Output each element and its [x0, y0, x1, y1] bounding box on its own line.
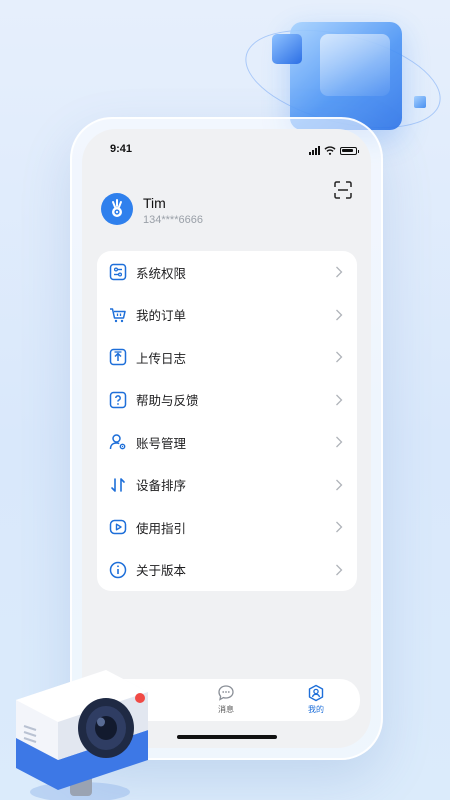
- signal-icon: [309, 146, 320, 155]
- battery-icon: [340, 147, 359, 155]
- help-icon: [109, 391, 127, 408]
- menu-item-label: 上传日志: [136, 350, 187, 366]
- menu-item-upload-logs[interactable]: 上传日志: [97, 336, 357, 379]
- menu-item-label: 关于版本: [136, 563, 187, 579]
- sliders-icon: [109, 264, 127, 281]
- settings-menu: 系统权限 我的订单 上传日志 帮助与反馈 账号管理 设备排序 使用指引 关于版本: [97, 251, 357, 591]
- status-time: 9:41: [110, 143, 133, 155]
- logo-icon: [112, 199, 122, 217]
- menu-item-usage-guide[interactable]: 使用指引: [97, 506, 357, 549]
- chevron-right-icon: [336, 309, 343, 321]
- chevron-right-icon: [336, 521, 343, 533]
- menu-item-label: 我的订单: [136, 308, 187, 324]
- sort-icon: [111, 477, 125, 492]
- menu-item-system-permissions[interactable]: 系统权限: [97, 251, 357, 294]
- app-screen: 9:41 Tim 134****6666 系统权限 我的订单 上传日志 帮助与反…: [82, 129, 371, 748]
- tab-messages[interactable]: 消息: [206, 684, 246, 715]
- chevron-right-icon: [336, 394, 343, 406]
- chevron-right-icon: [336, 351, 343, 363]
- decorative-camera: [16, 670, 148, 800]
- profile-header[interactable]: Tim 134****6666: [101, 193, 341, 233]
- menu-item-label: 使用指引: [136, 520, 187, 536]
- menu-item-device-sort[interactable]: 设备排序: [97, 464, 357, 507]
- home-indicator: [177, 735, 277, 739]
- status-icons: [309, 146, 359, 155]
- cart-icon: [110, 308, 126, 322]
- tab-label: 消息: [218, 705, 234, 714]
- menu-item-label: 系统权限: [136, 265, 187, 281]
- avatar[interactable]: [101, 193, 133, 225]
- play-guide-icon: [109, 520, 127, 535]
- menu-item-label: 帮助与反馈: [136, 393, 199, 409]
- upload-icon: [109, 349, 127, 366]
- info-icon: [109, 561, 127, 578]
- user-gear-icon: [109, 434, 126, 450]
- chevron-right-icon: [336, 436, 343, 448]
- menu-item-my-orders[interactable]: 我的订单: [97, 294, 357, 337]
- menu-item-label: 设备排序: [136, 478, 187, 494]
- wifi-icon: [324, 146, 336, 155]
- user-phone: 134****6666: [143, 214, 203, 226]
- menu-item-label: 账号管理: [136, 435, 187, 451]
- menu-item-help-feedback[interactable]: 帮助与反馈: [97, 379, 357, 422]
- decorative-small-cube: [414, 96, 426, 108]
- tab-label: 我的: [308, 705, 324, 714]
- chevron-right-icon: [336, 564, 343, 576]
- chevron-right-icon: [336, 479, 343, 491]
- menu-item-account-management[interactable]: 账号管理: [97, 421, 357, 464]
- chevron-right-icon: [336, 266, 343, 278]
- user-name: Tim: [143, 195, 166, 211]
- status-bar: 9:41: [82, 143, 371, 161]
- tab-profile[interactable]: 我的: [296, 684, 336, 715]
- message-icon: [218, 685, 234, 701]
- menu-item-about-version[interactable]: 关于版本: [97, 549, 357, 592]
- profile-icon: [308, 684, 324, 702]
